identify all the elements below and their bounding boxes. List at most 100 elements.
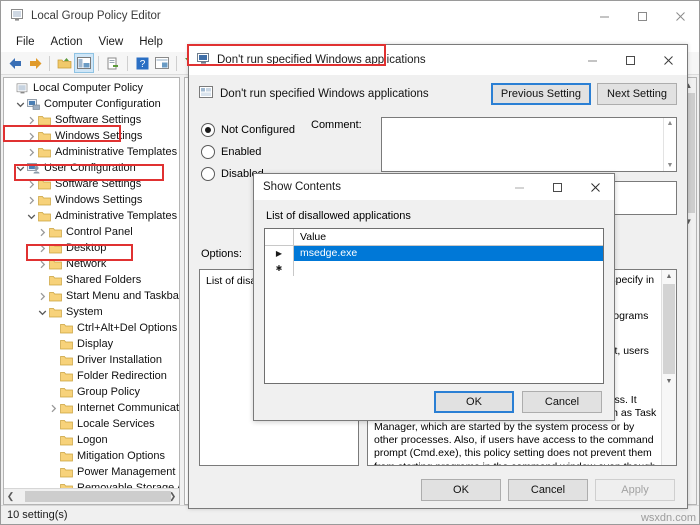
chevron-down-icon[interactable] bbox=[37, 308, 48, 317]
chevron-right-icon[interactable] bbox=[37, 292, 48, 301]
help-scroll-down-icon[interactable]: ▼ bbox=[662, 375, 676, 388]
row-selector-icon[interactable]: ▶ bbox=[265, 246, 294, 261]
minimize-button[interactable] bbox=[585, 2, 623, 31]
menu-item-view[interactable]: View bbox=[91, 36, 132, 48]
chevron-down-icon[interactable] bbox=[15, 100, 26, 109]
tree-item[interactable]: Mitigation Options bbox=[4, 448, 179, 464]
watermark: wsxdn.com bbox=[640, 512, 696, 524]
tree-item[interactable]: Group Policy bbox=[4, 384, 179, 400]
chevron-right-icon[interactable] bbox=[37, 244, 48, 253]
policy-ok-button[interactable]: OK bbox=[421, 479, 501, 501]
show-contents-ok-button[interactable]: OK bbox=[434, 391, 514, 413]
tree-item[interactable]: Administrative Templates bbox=[4, 208, 179, 224]
chevron-right-icon[interactable] bbox=[26, 132, 37, 141]
properties-icon[interactable] bbox=[152, 53, 172, 73]
tree-item[interactable]: Windows Settings bbox=[4, 128, 179, 144]
tree-item[interactable]: Logon bbox=[4, 432, 179, 448]
tree-item[interactable]: Power Management bbox=[4, 464, 179, 480]
menu-item-action[interactable]: Action bbox=[43, 36, 91, 48]
disallowed-applications-grid[interactable]: Value ▶ msedge.exe ✱ bbox=[264, 228, 604, 384]
table-row[interactable]: ✱ bbox=[265, 261, 603, 276]
show-contents-title-bar: Show Contents bbox=[254, 174, 614, 200]
help-panel-scrollbar[interactable]: ▲ ▼ bbox=[661, 270, 676, 465]
chevron-down-icon[interactable] bbox=[15, 164, 26, 173]
show-hide-tree-icon[interactable] bbox=[74, 53, 94, 73]
show-contents-cancel-button[interactable]: Cancel bbox=[522, 391, 602, 413]
policy-cancel-button[interactable]: Cancel bbox=[508, 479, 588, 501]
tree-item[interactable]: Ctrl+Alt+Del Options bbox=[4, 320, 179, 336]
next-setting-button[interactable]: Next Setting bbox=[597, 83, 677, 105]
tree-item[interactable]: Software Settings bbox=[4, 112, 179, 128]
table-row[interactable]: ▶ msedge.exe bbox=[265, 246, 603, 261]
chevron-right-icon[interactable] bbox=[37, 228, 48, 237]
comment-scrollbar[interactable]: ▲ ▼ bbox=[663, 118, 676, 171]
radio-enabled-mark[interactable] bbox=[201, 145, 215, 159]
new-row-value-cell[interactable] bbox=[294, 261, 603, 276]
tree-horizontal-scrollbar[interactable]: ❮ ❯ bbox=[4, 488, 179, 504]
scroll-track[interactable] bbox=[17, 491, 171, 502]
show-contents-close-button[interactable] bbox=[576, 173, 614, 202]
show-contents-maximize-button[interactable] bbox=[538, 173, 576, 202]
export-list-icon[interactable] bbox=[103, 53, 123, 73]
menu-item-help[interactable]: Help bbox=[131, 36, 171, 48]
tree-item[interactable]: Desktop bbox=[4, 240, 179, 256]
policy-maximize-button[interactable] bbox=[611, 46, 649, 75]
radio-enabled[interactable]: Enabled bbox=[201, 141, 306, 163]
tree-item[interactable]: Folder Redirection bbox=[4, 368, 179, 384]
tree-item-label: Display bbox=[77, 338, 114, 350]
tree-item[interactable]: User Configuration bbox=[4, 160, 179, 176]
tree-item[interactable]: Start Menu and Taskbar bbox=[4, 288, 179, 304]
tree-item[interactable]: Display bbox=[4, 336, 179, 352]
tree-item[interactable]: Network bbox=[4, 256, 179, 272]
radio-not-configured-mark[interactable] bbox=[201, 123, 215, 137]
back-icon[interactable] bbox=[5, 53, 25, 73]
chevron-right-icon[interactable] bbox=[26, 196, 37, 205]
title-bar: Local Group Policy Editor bbox=[1, 1, 699, 31]
chevron-right-icon[interactable] bbox=[26, 180, 37, 189]
tree-item[interactable]: Computer Configuration bbox=[4, 96, 179, 112]
chevron-right-icon[interactable] bbox=[37, 260, 48, 269]
radio-not-configured[interactable]: Not Configured bbox=[201, 119, 306, 141]
policy-close-button[interactable] bbox=[649, 46, 687, 75]
chevron-right-icon[interactable] bbox=[26, 148, 37, 157]
tree-item[interactable]: Locale Services bbox=[4, 416, 179, 432]
help-scroll-thumb[interactable] bbox=[663, 284, 675, 374]
tree-item[interactable]: Shared Folders bbox=[4, 272, 179, 288]
row-value-cell[interactable]: msedge.exe bbox=[294, 246, 603, 261]
help-scroll-up-icon[interactable]: ▲ bbox=[662, 270, 676, 283]
help-icon[interactable]: ? bbox=[132, 53, 152, 73]
radio-disabled-mark[interactable] bbox=[201, 167, 215, 181]
tree-item[interactable]: Local Computer Policy bbox=[4, 80, 179, 96]
status-text: 10 setting(s) bbox=[7, 509, 68, 521]
scroll-thumb[interactable] bbox=[25, 491, 171, 502]
tree-item[interactable]: System bbox=[4, 304, 179, 320]
console-tree-pane: Local Computer Policy Computer Configurat… bbox=[3, 77, 180, 505]
new-row-selector-icon[interactable]: ✱ bbox=[265, 261, 294, 276]
tree-item[interactable]: Removable Storage Acce bbox=[4, 480, 179, 488]
tree-item[interactable]: Windows Settings bbox=[4, 192, 179, 208]
comment-scroll-up-icon[interactable]: ▲ bbox=[667, 120, 674, 127]
chevron-right-icon[interactable] bbox=[26, 116, 37, 125]
up-one-level-icon[interactable] bbox=[54, 53, 74, 73]
tree-item[interactable]: Administrative Templates bbox=[4, 144, 179, 160]
comment-textarea[interactable]: ▲ ▼ bbox=[381, 117, 677, 172]
forward-icon[interactable] bbox=[25, 53, 45, 73]
tree-item[interactable]: Control Panel bbox=[4, 224, 179, 240]
tree-item[interactable]: Software Settings bbox=[4, 176, 179, 192]
comment-scroll-down-icon[interactable]: ▼ bbox=[667, 162, 674, 169]
chevron-down-icon[interactable] bbox=[26, 212, 37, 221]
policy-tree[interactable]: Local Computer Policy Computer Configurat… bbox=[4, 78, 179, 488]
tree-item[interactable]: Driver Installation bbox=[4, 352, 179, 368]
show-contents-minimize-button[interactable] bbox=[500, 173, 538, 202]
tree-item-label: Shared Folders bbox=[66, 274, 142, 286]
chevron-right-icon[interactable] bbox=[48, 404, 59, 413]
maximize-button[interactable] bbox=[623, 2, 661, 31]
tree-item[interactable]: Internet Communication bbox=[4, 400, 179, 416]
previous-setting-button[interactable]: Previous Setting bbox=[490, 83, 591, 105]
scroll-left-icon[interactable]: ❮ bbox=[4, 490, 17, 503]
grid-header-selector bbox=[265, 229, 294, 245]
policy-minimize-button[interactable] bbox=[573, 46, 611, 75]
toolbar-separator bbox=[127, 55, 128, 71]
menu-item-file[interactable]: File bbox=[8, 36, 43, 48]
close-button[interactable] bbox=[661, 2, 699, 31]
